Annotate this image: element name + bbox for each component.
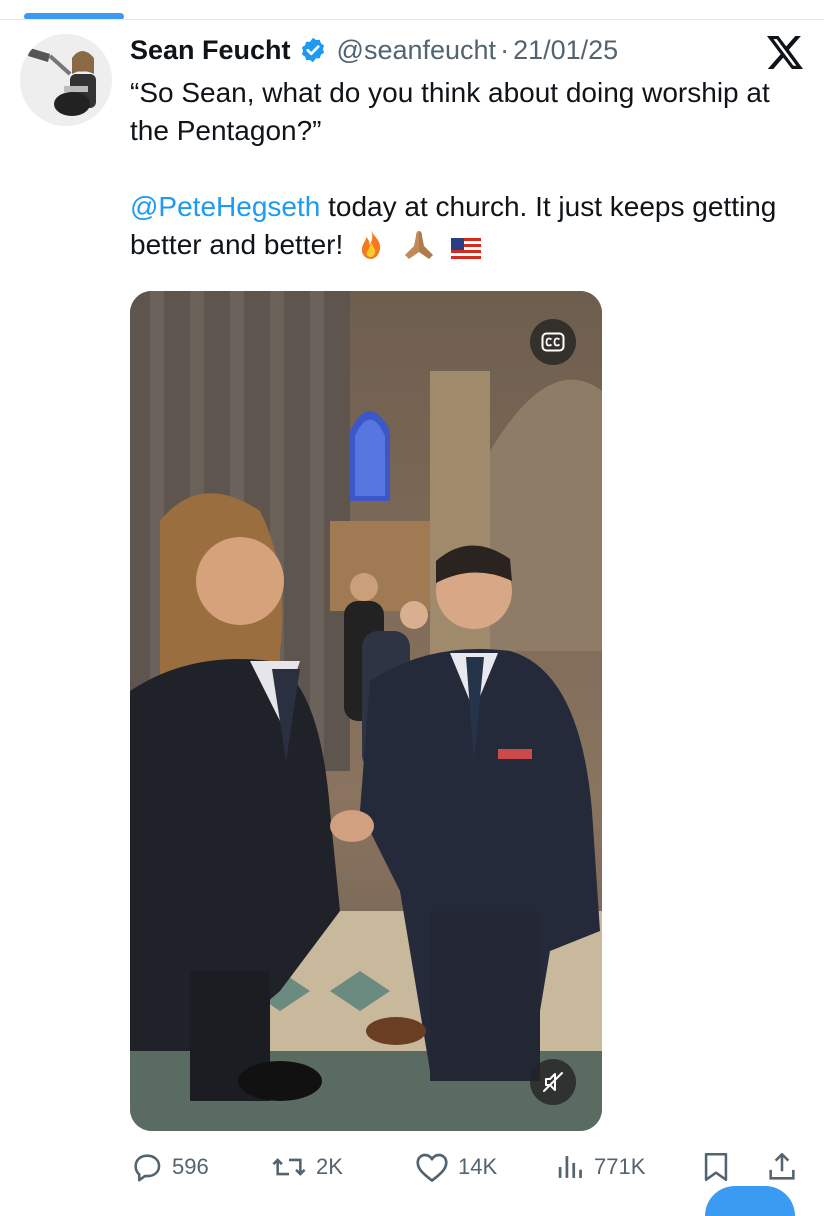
share-button[interactable] — [766, 1146, 798, 1188]
bookmark-button[interactable] — [700, 1146, 732, 1188]
repost-icon — [272, 1158, 306, 1176]
mention-link[interactable]: @PeteHegseth — [130, 191, 320, 222]
fire-emoji-icon — [361, 230, 381, 259]
x-logo-icon — [767, 36, 803, 69]
like-count: 14K — [458, 1154, 498, 1179]
views-button[interactable]: 771K — [556, 1146, 645, 1188]
repost-button[interactable]: 2K — [270, 1146, 343, 1188]
tweet-paragraph-2: @PeteHegseth today at church. It just ke… — [130, 188, 780, 264]
top-divider — [0, 19, 824, 20]
views-chart-icon — [558, 1156, 582, 1178]
author-handle[interactable]: @seanfeucht — [337, 35, 497, 66]
tweet-quote: “So Sean, what do you think about doing … — [130, 77, 770, 146]
folded-hands-emoji-icon — [404, 231, 433, 259]
tweet-text: “So Sean, what do you think about doing … — [130, 74, 780, 264]
verified-badge-icon — [301, 37, 324, 63]
reply-bubble-icon — [134, 1154, 161, 1182]
repost-count: 2K — [316, 1154, 343, 1179]
reply-count: 596 — [172, 1154, 209, 1179]
heart-icon — [416, 1153, 448, 1182]
video-player[interactable] — [130, 291, 602, 1131]
author-name[interactable]: Sean Feucht — [130, 35, 291, 66]
separator-dot: · — [500, 34, 510, 65]
avatar-image — [20, 34, 112, 126]
closed-captions-icon — [541, 332, 565, 352]
share-icon — [769, 1152, 795, 1180]
view-count: 771K — [594, 1154, 646, 1179]
like-button[interactable]: 14K — [414, 1146, 497, 1188]
floating-compose-button[interactable] — [705, 1186, 795, 1216]
reply-button[interactable]: 596 — [130, 1146, 209, 1188]
us-flag-emoji-icon — [450, 238, 481, 260]
action-bar: 596 2K 14K 771K — [130, 1146, 810, 1188]
closed-captions-button[interactable] — [530, 319, 576, 365]
video-frame — [130, 291, 602, 1131]
tweet-date[interactable]: 21/01/25 — [513, 35, 618, 66]
avatar[interactable] — [20, 34, 112, 126]
bookmark-icon — [704, 1152, 728, 1182]
mute-button[interactable] — [530, 1059, 576, 1105]
muted-speaker-icon — [543, 1072, 563, 1092]
tweet-header: Sean Feucht @seanfeucht · 21/01/25 — [130, 30, 618, 70]
